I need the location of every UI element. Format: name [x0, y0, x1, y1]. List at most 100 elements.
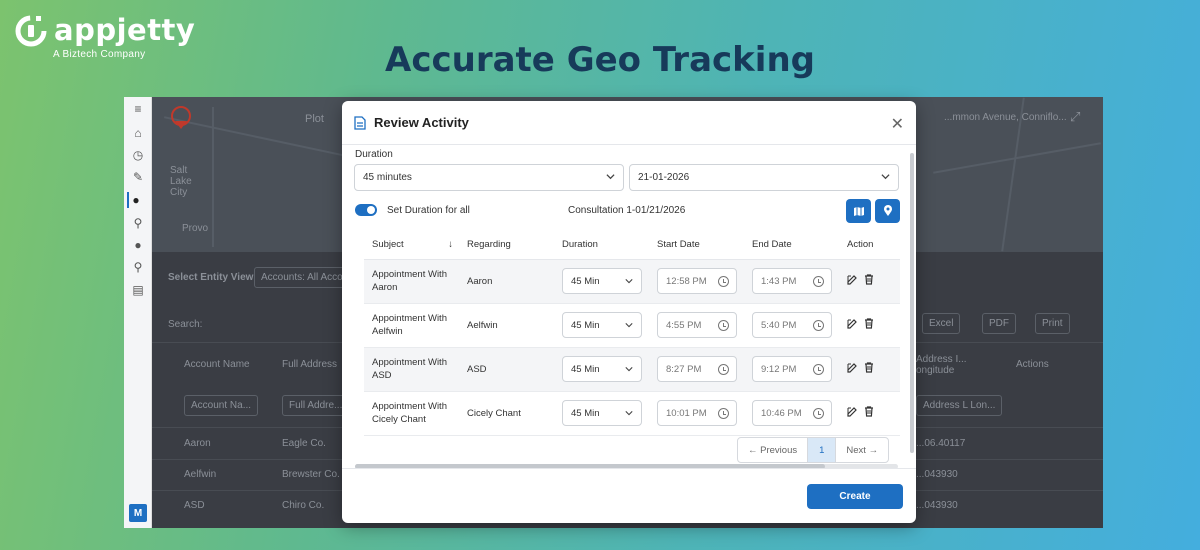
location-icon[interactable]: ●: [127, 192, 143, 208]
trash-icon[interactable]: [864, 406, 874, 417]
col-full-address: Full Address: [282, 359, 338, 370]
end-time-input[interactable]: 9:12 PM: [752, 356, 832, 382]
regarding-cell: Aelfwin: [459, 303, 554, 348]
sidebar: ≡ ⌂ ◷ ✎ ● ⚲ ● ⚲ ▤ M: [124, 97, 152, 528]
expand-icon[interactable]: ⤢: [1070, 109, 1080, 125]
create-button[interactable]: Create: [807, 484, 903, 509]
subject-cell: Appointment With Aaron: [372, 269, 447, 293]
route-icon[interactable]: ⚲: [130, 259, 146, 275]
map-label-provo: Provo: [182, 223, 209, 234]
col-regarding: Regarding: [459, 231, 554, 260]
duration-value: 45 minutes: [363, 172, 412, 183]
vertical-scrollbar[interactable]: [910, 153, 914, 453]
duration-select[interactable]: 45 Min: [562, 268, 642, 294]
bg-row-coord: ...043930: [916, 500, 958, 511]
subject-cell: Appointment With ASD: [372, 357, 447, 381]
print-button[interactable]: Print: [1035, 313, 1070, 334]
map-view-button[interactable]: [846, 199, 871, 223]
route-icon[interactable]: ⚲: [130, 215, 146, 231]
pdf-button[interactable]: PDF: [982, 313, 1016, 334]
sort-arrow-icon[interactable]: ↓: [448, 239, 453, 250]
col-action: Action: [839, 231, 900, 260]
chevron-down-icon: [625, 367, 633, 372]
bg-row-name: Aaron: [184, 438, 211, 449]
bg-row-coord: ...06.40117: [916, 438, 966, 449]
entity-select[interactable]: Accounts: All Acco: [254, 267, 350, 288]
col-end-date: End Date: [744, 231, 839, 260]
bg-row-name: ASD: [184, 500, 205, 511]
bg-row-company: Brewster Co.: [282, 469, 340, 480]
activity-table: Subject ↓ Regarding Duration Start Date E…: [364, 231, 900, 436]
edit-icon[interactable]: [847, 362, 858, 373]
chevron-down-icon: [625, 323, 633, 328]
pagination: ← Previous 1 Next →: [737, 437, 890, 463]
duration-select[interactable]: 45 Min: [562, 312, 642, 338]
trash-icon[interactable]: [864, 362, 874, 373]
modal-title: Review Activity: [374, 115, 469, 130]
avatar[interactable]: M: [129, 504, 147, 522]
excel-button[interactable]: Excel: [922, 313, 961, 334]
next-button[interactable]: Next →: [836, 438, 888, 462]
subject-cell: Appointment With Cicely Chant: [372, 401, 447, 425]
chevron-down-icon: [625, 411, 633, 416]
start-time-input[interactable]: 4:55 PM: [657, 312, 737, 338]
map-pin-logo-icon: [171, 106, 191, 129]
duration-select[interactable]: 45 minutes: [354, 164, 624, 191]
clock-icon[interactable]: ◷: [130, 147, 146, 163]
edit-icon[interactable]: [847, 318, 858, 329]
chevron-down-icon: [606, 174, 615, 180]
duration-select[interactable]: 45 Min: [562, 356, 642, 382]
menu-icon[interactable]: ≡: [130, 101, 146, 117]
bg-row-company: Chiro Co.: [282, 500, 325, 511]
chevron-down-icon: [881, 174, 890, 180]
clock-icon: [813, 276, 824, 287]
filter-address[interactable]: Full Addre...: [282, 395, 350, 416]
regarding-cell: ASD: [459, 347, 554, 392]
table-row: Appointment With ASD ASD 45 Min 8:27 PM …: [364, 347, 900, 392]
select-entity-label: Select Entity View: [168, 272, 254, 283]
end-time-input[interactable]: 10:46 PM: [752, 400, 832, 426]
previous-button[interactable]: ← Previous: [738, 438, 807, 462]
set-duration-label: Set Duration for all: [387, 205, 470, 216]
duration-select[interactable]: 45 Min: [562, 400, 642, 426]
start-time-input[interactable]: 8:27 PM: [657, 356, 737, 382]
date-value: 21-01-2026: [638, 172, 690, 183]
table-row: Appointment With Aaron Aaron 45 Min 12:5…: [364, 259, 900, 304]
headline: Accurate Geo Tracking: [385, 40, 815, 80]
start-time-input[interactable]: 12:58 PM: [657, 268, 737, 294]
set-duration-toggle[interactable]: [355, 204, 377, 216]
bg-row-coord: ...043930: [916, 469, 958, 480]
table-row: Appointment With Aelfwin Aelfwin 45 Min …: [364, 303, 900, 348]
trash-icon[interactable]: [864, 274, 874, 285]
consultation-label: Consultation 1-01/21/2026: [568, 205, 686, 216]
date-select[interactable]: 21-01-2026: [629, 164, 899, 191]
location-button[interactable]: [875, 199, 900, 223]
clock-icon: [718, 364, 729, 375]
pin-icon[interactable]: ✎: [130, 169, 146, 185]
page-1-button[interactable]: 1: [807, 438, 837, 462]
edit-icon[interactable]: [847, 274, 858, 285]
clock-icon: [813, 320, 824, 331]
review-activity-modal: Review Activity ✕ Duration 45 minutes 21…: [342, 101, 916, 523]
filter-address2[interactable]: Address L Lon...: [916, 395, 1003, 416]
home-icon[interactable]: ⌂: [130, 125, 146, 141]
start-time-input[interactable]: 10:01 PM: [657, 400, 737, 426]
clipboard-icon[interactable]: ▤: [130, 282, 146, 298]
clock-icon: [718, 276, 729, 287]
subject-cell: Appointment With Aelfwin: [372, 313, 447, 337]
end-time-input[interactable]: 5:40 PM: [752, 312, 832, 338]
clock-icon: [813, 408, 824, 419]
col-subject[interactable]: Subject ↓: [364, 231, 459, 260]
close-icon[interactable]: ✕: [891, 114, 904, 134]
duration-label: Duration: [355, 149, 393, 160]
address-field[interactable]: ...mmon Avenue, Conniflo...: [944, 112, 1067, 123]
search-label: Search:: [168, 319, 203, 330]
edit-icon[interactable]: [847, 406, 858, 417]
end-time-input[interactable]: 1:43 PM: [752, 268, 832, 294]
filter-account[interactable]: Account Na...: [184, 395, 259, 416]
bg-row-company: Eagle Co.: [282, 438, 326, 449]
trash-icon[interactable]: [864, 318, 874, 329]
regarding-cell: Cicely Chant: [459, 391, 554, 436]
col-actions: Actions: [1016, 359, 1049, 370]
map-marker-icon[interactable]: ●: [130, 237, 146, 253]
